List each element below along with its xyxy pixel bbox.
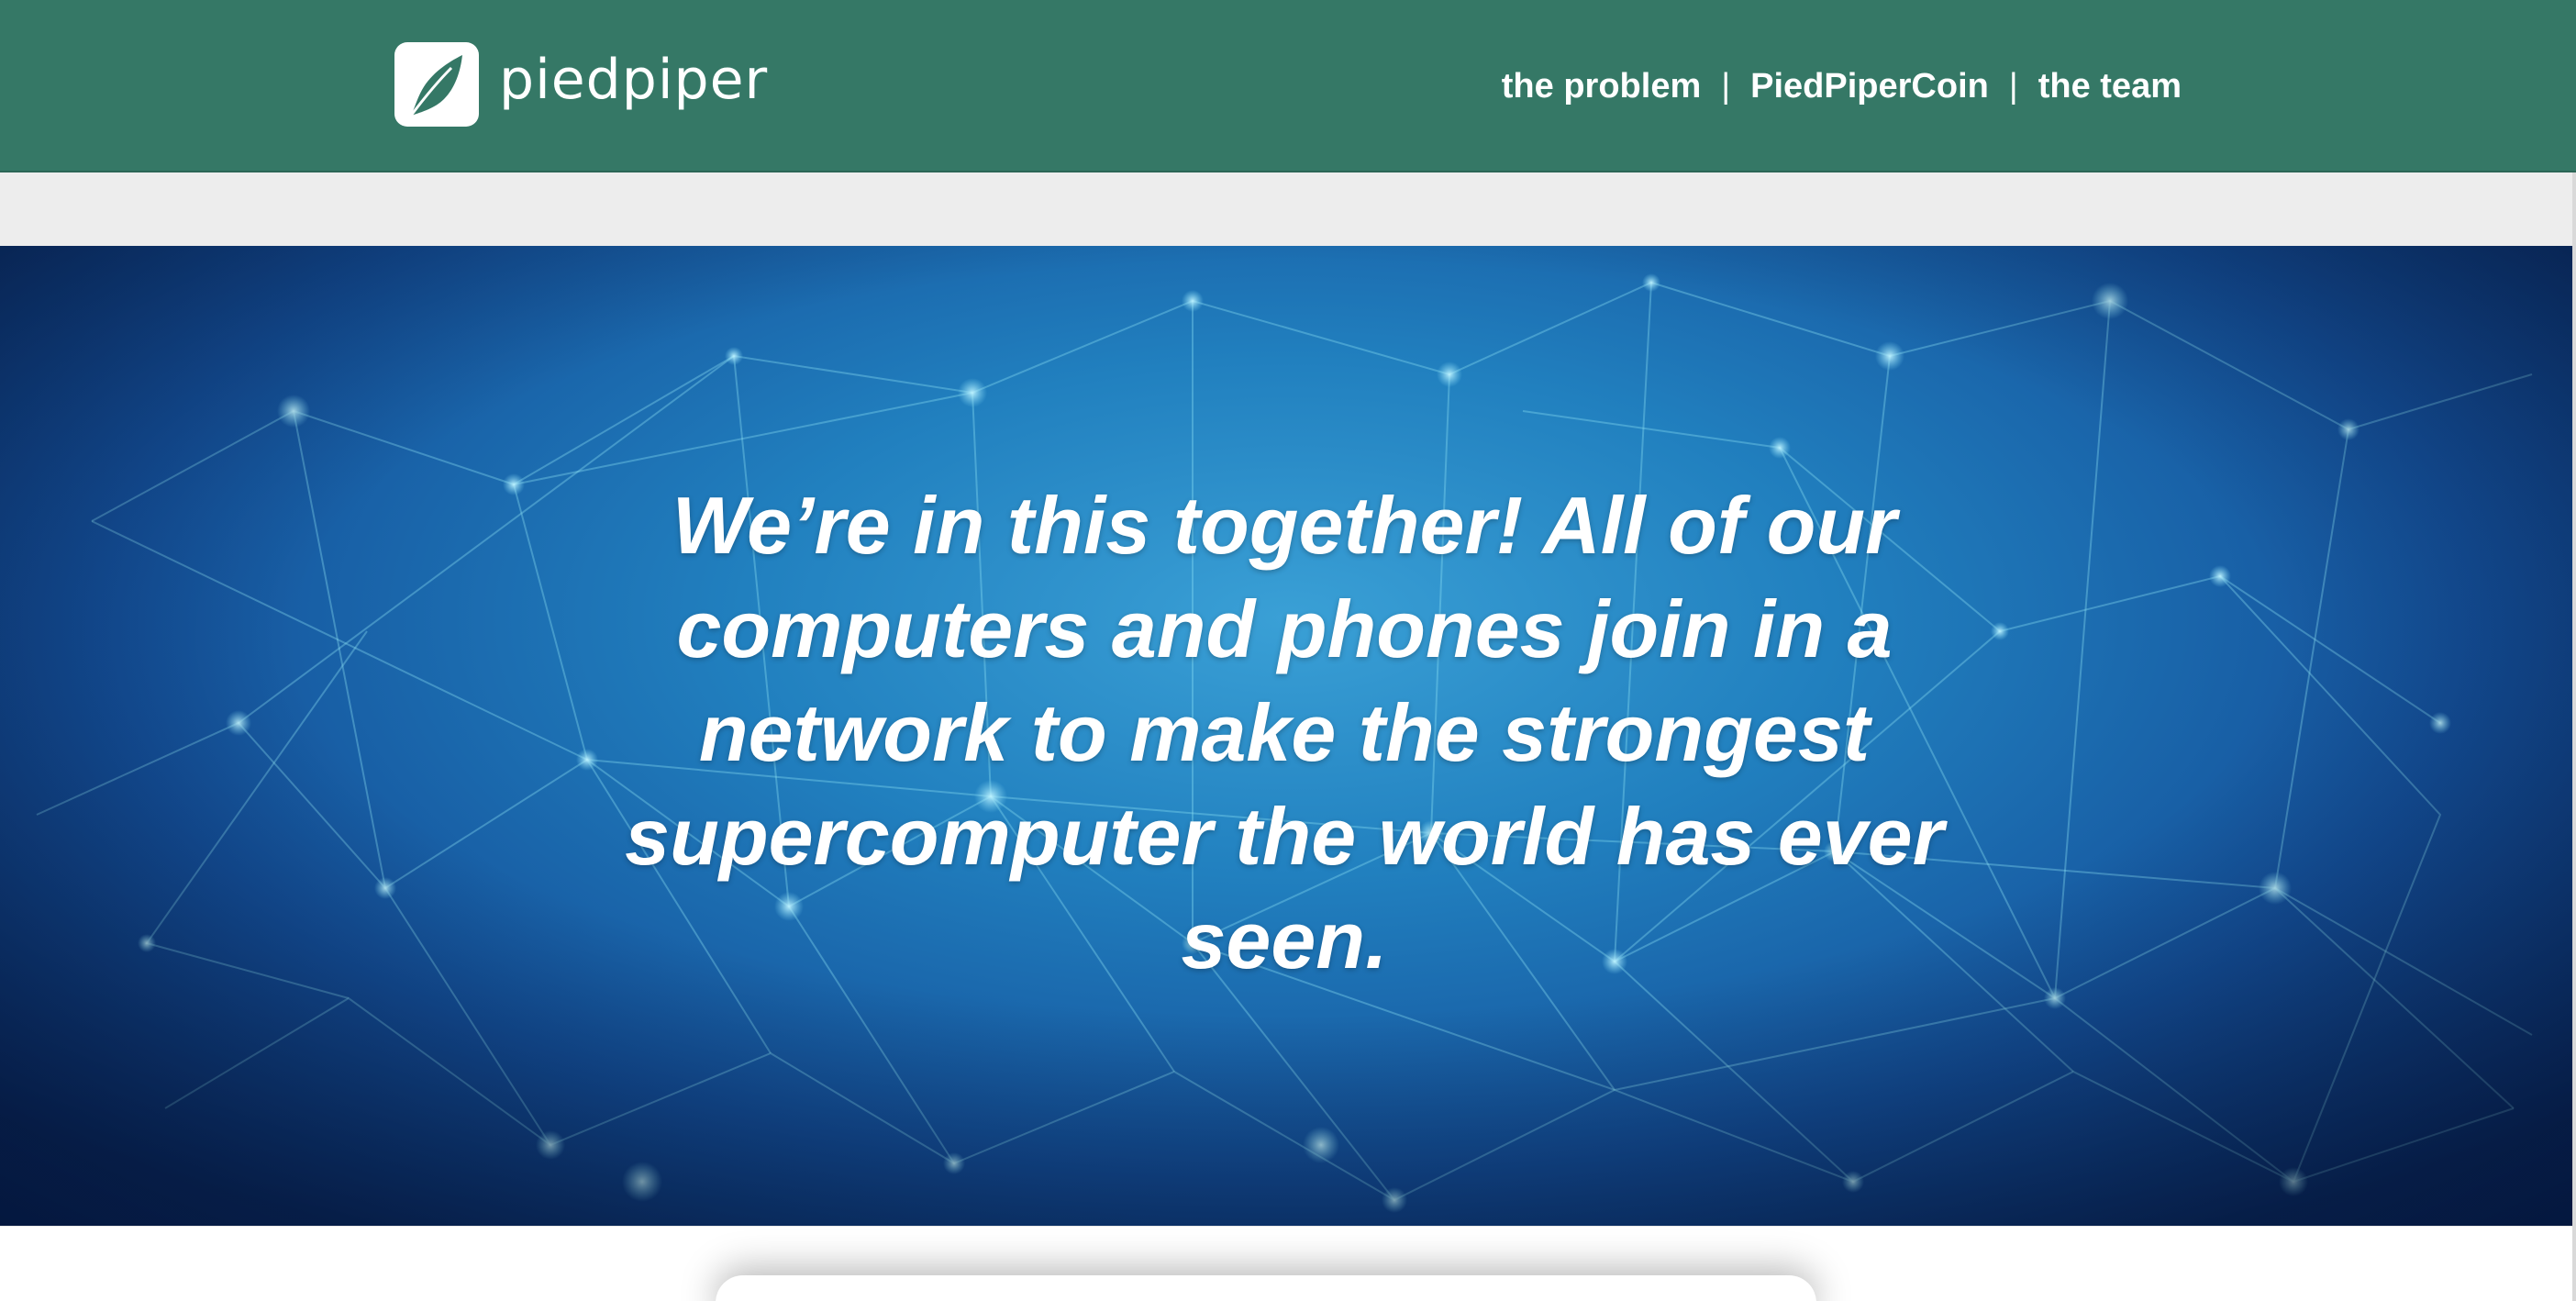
logo-link[interactable]: piedpiper: [394, 40, 768, 128]
brand-name: piedpiper: [499, 48, 769, 112]
nav-item-the-team[interactable]: the team: [2038, 61, 2182, 112]
page: piedpiper the problem | PiedPiperCoin | …: [0, 0, 2576, 1301]
nav-item-piedpipercoin[interactable]: PiedPiperCoin: [1750, 61, 1989, 112]
header-spacer-band: [0, 172, 2576, 246]
pied-piper-logo-icon: [394, 42, 479, 127]
site-header: piedpiper the problem | PiedPiperCoin | …: [0, 0, 2576, 172]
hero-banner: We’re in this together! All of our compu…: [0, 246, 2576, 1226]
hero-headline: We’re in this together! All of our compu…: [625, 480, 1944, 985]
content-card: [716, 1275, 1816, 1301]
nav-item-the-problem[interactable]: the problem: [1502, 61, 1701, 112]
window-edge: [2572, 172, 2576, 1301]
nav-separator: |: [1721, 67, 1731, 106]
nav-separator: |: [2008, 67, 2018, 106]
main-nav: the problem | PiedPiperCoin | the team: [1502, 61, 2182, 112]
